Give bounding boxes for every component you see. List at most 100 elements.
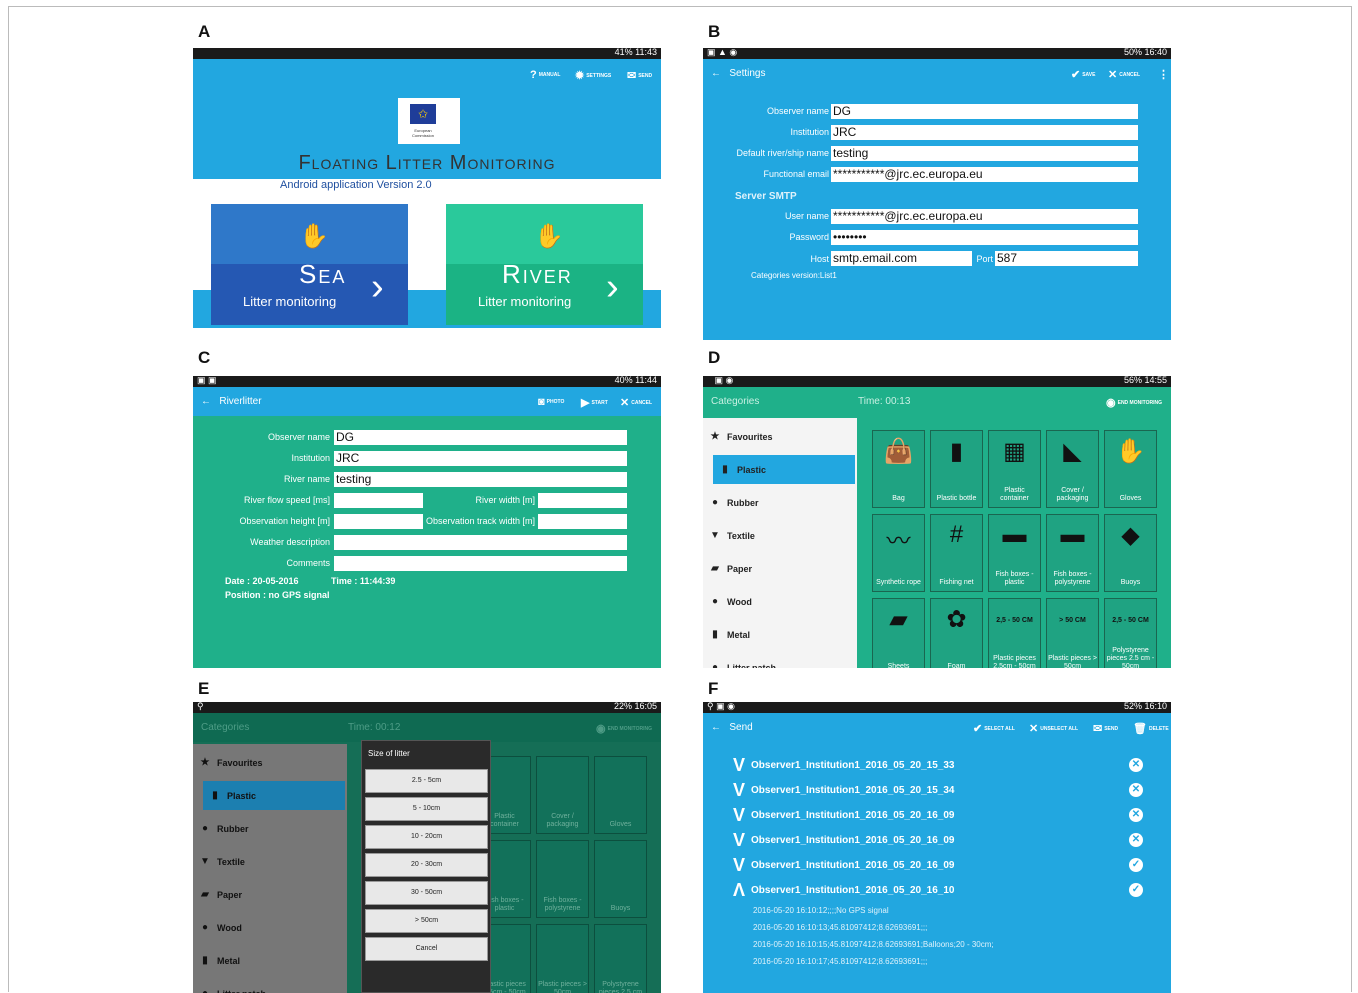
category-item[interactable]: ▮ Plastic [713,455,855,484]
expand-chevron-icon[interactable]: V [733,806,745,824]
flow-speed-input[interactable] [334,493,423,508]
category-item[interactable]: ● Rubber [703,488,857,517]
observation-height-input[interactable] [334,514,423,529]
status-bar: ⚲ ▣ ◉ 52% 16:10 [703,702,1171,713]
litter-item-tile[interactable]: 2,5 - 50 CM Plastic pieces 2.5cm - 50cm [988,598,1041,668]
size-option-button[interactable]: 10 - 20cm [365,825,488,849]
file-row[interactable]: V Observer1_Institution1_2016_05_20_16_09… [733,806,1143,826]
litter-item-tile[interactable]: # Fishing net [930,514,983,592]
category-item[interactable]: ● Rubber [193,814,347,843]
expand-chevron-icon[interactable]: Λ [733,881,745,899]
litter-item-tile[interactable]: 〰 Synthetic rope [872,514,925,592]
litter-item-tile[interactable]: ▦ Plastic container [988,430,1041,508]
field-input[interactable]: testing [831,146,1138,161]
selection-state-icon[interactable]: ✕ [1129,833,1143,847]
send-button[interactable]: ✉ SEND [627,69,652,82]
category-item[interactable]: ▮ Metal [193,946,347,975]
litter-item-label: Gloves [609,821,632,828]
litter-item-tile[interactable]: ▬ Fish boxes - plastic [988,514,1041,592]
file-row[interactable]: V Observer1_Institution1_2016_05_20_16_09… [733,856,1143,876]
comments-input[interactable] [334,556,627,571]
back-arrow-icon[interactable]: ← [711,68,721,79]
river-name-input[interactable]: testing [334,472,627,487]
file-row[interactable]: V Observer1_Institution1_2016_05_20_16_09… [733,831,1143,851]
file-row[interactable]: Λ Observer1_Institution1_2016_05_20_16_10… [733,881,1143,901]
settings-label: SETTINGS [586,72,612,79]
port-input[interactable]: 587 [995,251,1138,266]
weather-input[interactable] [334,535,627,550]
litter-item-tile[interactable]: ▮ Plastic bottle [930,430,983,508]
host-input[interactable]: smtp.email.com [831,251,972,266]
category-item[interactable]: ▮ Plastic [203,781,345,810]
settings-button[interactable]: ✹ SETTINGS [575,69,611,82]
expand-chevron-icon[interactable]: V [733,831,745,849]
selection-state-icon[interactable]: ✓ [1129,883,1143,897]
cancel-button[interactable]: ✕ CANCEL [620,396,652,409]
cancel-button[interactable]: ✕ CANCEL [1108,68,1140,81]
category-item[interactable]: ★ Favourites [193,748,347,777]
category-item[interactable]: ▼ Textile [703,521,857,550]
category-item[interactable]: ●Litter patch [193,979,347,993]
start-button[interactable]: ▶ START [581,396,608,409]
notification-icons: ▣ ▣ [197,376,217,385]
photo-button[interactable]: ◙ PHOTO [538,396,564,408]
litter-item-tile[interactable]: 👜 Bag [872,430,925,508]
litter-item-tile[interactable]: 2,5 - 50 CM Polystyrene pieces 2.5 cm - 5… [1104,598,1157,668]
litter-item-tile[interactable]: ✿ Foam [930,598,983,668]
category-item[interactable]: ▮ Metal [703,620,857,649]
litter-item-tile[interactable]: ◣ Cover / packaging [1046,430,1099,508]
field-input[interactable]: ***********@jrc.ec.europa.eu [831,167,1138,182]
field-input[interactable]: JRC [831,125,1138,140]
manual-label: MANUAL [538,72,561,78]
selection-state-icon[interactable]: ✓ [1129,858,1143,872]
size-option-button[interactable]: Cancel [365,937,488,961]
selection-state-icon[interactable]: ✕ [1129,783,1143,797]
size-option-button[interactable]: 20 - 30cm [365,853,488,877]
track-width-input[interactable] [538,514,627,529]
back-arrow-icon[interactable]: ← [201,396,211,407]
category-item[interactable]: ▼ Textile [193,847,347,876]
litter-item-tile[interactable]: ▬ Fish boxes - polystyrene [1046,514,1099,592]
expand-chevron-icon[interactable]: V [733,856,745,874]
unselect-all-button[interactable]: ✕ UNSELECT ALL [1029,722,1078,735]
litter-item-tile[interactable]: ▰ Sheets [872,598,925,668]
size-option-button[interactable]: 2.5 - 5cm [365,769,488,793]
manual-button[interactable]: ? MANUAL [530,69,560,81]
file-row[interactable]: V Observer1_Institution1_2016_05_20_15_33… [733,756,1143,776]
observer-input[interactable]: DG [334,430,627,445]
smtp-input[interactable]: •••••••• [831,230,1138,245]
eu-logo: ✩ European Commission [398,98,460,144]
institution-input[interactable]: JRC [334,451,627,466]
expand-chevron-icon[interactable]: V [733,781,745,799]
litter-item-tile[interactable]: ◆ Buoys [1104,514,1157,592]
category-item[interactable]: ● Wood [703,587,857,616]
field-input[interactable]: DG [831,104,1138,119]
category-item[interactable]: ★ Favourites [703,422,857,451]
sea-button[interactable]: ✋ Sea Litter monitoring › [211,204,408,325]
selection-state-icon[interactable]: ✕ [1129,758,1143,772]
select-all-button[interactable]: ✔ SELECT ALL [973,722,1015,735]
back-arrow-icon[interactable]: ← [711,722,721,733]
send-button[interactable]: ✉ SEND [1093,722,1118,735]
expand-chevron-icon[interactable]: V [733,756,745,774]
river-width-input[interactable] [538,493,627,508]
litter-item-tile[interactable]: ✋ Gloves [1104,430,1157,508]
category-item[interactable]: ●Litter patch [703,653,857,668]
category-item[interactable]: ▰ Paper [703,554,857,583]
category-item[interactable]: ▰ Paper [193,880,347,909]
river-button[interactable]: ✋ River Litter monitoring › [446,204,643,325]
size-option-button[interactable]: > 50cm [365,909,488,933]
category-item[interactable]: ● Wood [193,913,347,942]
delete-button[interactable]: 🗑 DELETE [1133,722,1169,735]
litter-item-tile[interactable]: > 50 CM Plastic pieces > 50cm [1046,598,1099,668]
file-row[interactable]: V Observer1_Institution1_2016_05_20_15_34… [733,781,1143,801]
flow-speed-label: River flow speed [ms] [243,495,330,505]
smtp-input[interactable]: ***********@jrc.ec.europa.eu [831,209,1138,224]
end-monitoring-button[interactable]: ◉ END MONITORING [1106,396,1162,409]
selection-state-icon[interactable]: ✕ [1129,808,1143,822]
overflow-menu-icon[interactable]: ⋮ [1158,68,1169,81]
size-option-button[interactable]: 30 - 50cm [365,881,488,905]
save-button[interactable]: ✔ SAVE [1071,68,1095,81]
end-monitoring-button[interactable]: ◉ END MONITORING [596,722,652,735]
size-option-button[interactable]: 5 - 10cm [365,797,488,821]
